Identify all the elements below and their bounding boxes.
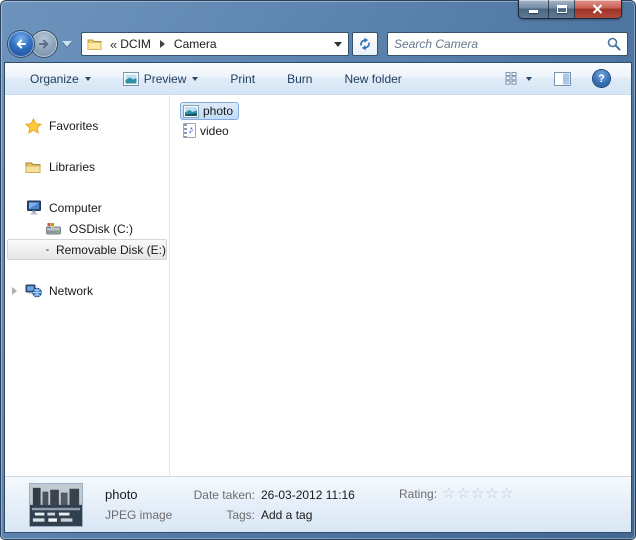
chevron-down-icon [526,77,532,81]
tags-label: Tags: [181,505,255,525]
sidebar-label: Computer [49,201,102,215]
sidebar-item-osdisk-c[interactable]: OSDisk (C:) [5,218,169,239]
rating-star-icon[interactable]: ☆ [442,486,456,502]
minimize-button[interactable] [519,0,549,18]
date-taken-label: Date taken: [181,485,255,505]
removable-disk-icon [46,244,49,256]
organize-label: Organize [30,72,79,86]
address-bar[interactable]: « DCIM Camera [81,32,349,56]
sidebar-label: Removable Disk (E:) [56,243,166,257]
file-list: photo ♪ video [170,95,631,476]
new-folder-label: New folder [344,72,401,86]
rating-label: Rating: [399,487,437,501]
search-icon[interactable] [607,37,621,51]
maximize-icon [557,5,567,13]
content-shell: Organize Preview Print [4,62,632,533]
photo-thumbnail [29,483,83,527]
expander-icon[interactable] [12,287,17,295]
details-properties: Date taken: 26-03-2012 11:16 Tags: Add a… [181,482,355,525]
sidebar-item-removable-disk-e[interactable]: Removable Disk (E:) [7,239,167,260]
tags-value[interactable]: Add a tag [261,505,355,525]
minimize-icon [529,10,538,13]
organize-button[interactable]: Organize [21,67,100,91]
file-item-photo[interactable]: photo [180,102,239,120]
computer-icon [25,200,42,215]
rating-star-icon[interactable]: ☆ [456,486,470,502]
refresh-button[interactable] [352,32,378,56]
breadcrumb-camera[interactable]: Camera [172,35,219,53]
navigation-pane: Favorites Libraries [5,95,169,476]
forward-button[interactable] [31,31,57,57]
rating-star-icon[interactable]: ☆ [485,486,499,502]
details-pane: photo JPEG image Date taken: 26-03-2012 … [5,476,631,532]
preview-pane-button[interactable] [545,67,580,91]
details-file-name: photo [105,485,181,505]
change-view-button[interactable] [496,67,541,90]
caption-buttons [518,0,622,19]
file-item-video[interactable]: ♪ video [180,121,235,140]
maximize-button[interactable] [549,0,575,18]
network-icon [25,283,42,298]
new-folder-button[interactable]: New folder [335,67,410,91]
sidebar-label: Libraries [49,160,95,174]
sidebar-item-network[interactable]: Network [5,280,169,301]
print-label: Print [230,72,255,86]
sidebar-label: Network [49,284,93,298]
burn-label: Burn [287,72,312,86]
hard-disk-icon [45,222,62,236]
favorites-star-icon [25,118,42,134]
search-box [387,32,628,56]
help-icon: ? [593,70,610,87]
preview-image-icon [123,72,139,86]
folder-icon [87,37,104,51]
close-button[interactable] [575,0,621,18]
details-file-type: JPEG image [105,505,181,525]
search-input[interactable] [394,37,607,51]
file-name: video [200,124,229,138]
date-taken-value: 26-03-2012 11:16 [261,485,355,505]
navigation-bar: « DCIM Camera [8,28,628,60]
recent-pages-dropdown[interactable] [62,41,72,47]
preview-pane-icon [554,72,571,86]
rating-row: Rating: ☆ ☆ ☆ ☆ ☆ [399,486,514,502]
back-arrow-icon [15,38,27,50]
preview-button[interactable]: Preview [114,67,208,91]
sidebar-item-favorites[interactable]: Favorites [5,115,169,136]
burn-button[interactable]: Burn [278,67,321,91]
sidebar-item-libraries[interactable]: Libraries [5,156,169,177]
chevron-down-icon [192,77,198,81]
preview-label: Preview [144,72,187,86]
forward-arrow-icon [38,38,50,50]
back-button[interactable] [8,31,34,57]
rating-star-icon[interactable]: ☆ [471,486,485,502]
content-area: Favorites Libraries [5,95,631,476]
chevron-down-icon [85,77,91,81]
file-name: photo [203,104,233,118]
video-file-icon: ♪ [183,123,196,138]
rating-star-icon[interactable]: ☆ [500,486,514,502]
sidebar-label: Favorites [49,119,98,133]
breadcrumb-separator-icon[interactable] [160,40,165,48]
breadcrumb-overflow-icon[interactable]: « [110,37,116,52]
address-dropdown-button[interactable] [328,33,348,55]
libraries-icon [25,160,42,174]
explorer-window: « DCIM Camera Organize [0,0,636,540]
help-button[interactable]: ? [584,65,619,92]
sidebar-label: OSDisk (C:) [69,222,133,236]
close-icon [592,4,603,14]
print-button[interactable]: Print [221,67,264,91]
details-name-column: photo JPEG image [105,482,181,525]
command-toolbar: Organize Preview Print [5,63,631,95]
sidebar-item-computer[interactable]: Computer [5,197,169,218]
refresh-icon [358,37,372,51]
breadcrumb-dcim[interactable]: DCIM [118,35,153,53]
photo-file-icon [183,105,199,118]
views-grid-icon [505,72,520,85]
